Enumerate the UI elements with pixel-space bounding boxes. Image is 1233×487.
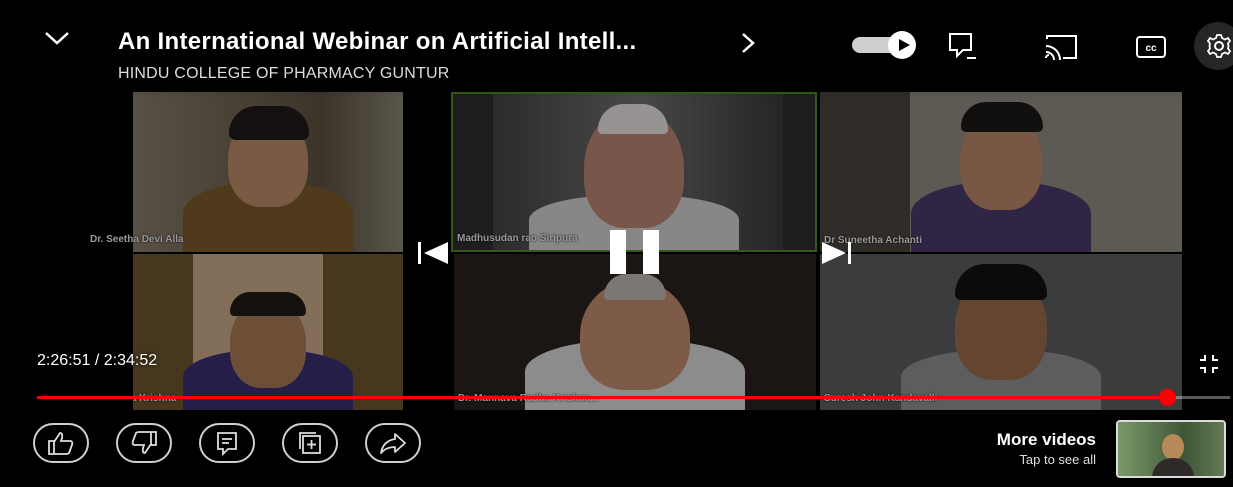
cast-icon[interactable] [1043, 33, 1079, 61]
pause-bar-left [610, 230, 626, 274]
dislike-icon [131, 431, 157, 454]
more-videos-thumbnail[interactable] [1116, 420, 1226, 478]
autoplay-toggle[interactable] [852, 31, 916, 59]
dislike-button[interactable] [116, 423, 172, 463]
chevron-right-icon[interactable] [740, 32, 756, 54]
save-to-playlist-icon [299, 432, 321, 454]
previous-video-icon[interactable] [416, 240, 452, 266]
save-button[interactable] [282, 423, 338, 463]
duration: 2:34:52 [103, 352, 158, 369]
pause-button[interactable] [608, 230, 664, 278]
like-button[interactable] [33, 423, 89, 463]
current-time: 2:26:51 [37, 352, 91, 369]
like-icon [48, 432, 74, 455]
playlist-icon[interactable] [947, 31, 977, 61]
seek-bar-played [37, 396, 1167, 399]
more-videos-subtitle[interactable]: Tap to see all [960, 452, 1096, 467]
comments-icon [217, 432, 237, 456]
video-title[interactable]: An International Webinar on Artificial I… [118, 28, 636, 56]
seek-bar[interactable] [37, 389, 1230, 406]
autoplay-play-icon [899, 39, 910, 51]
captions-icon[interactable]: cc [1135, 35, 1167, 59]
channel-name[interactable]: HINDU COLLEGE OF PHARMACY GUNTUR [118, 65, 449, 83]
thumbnail-person [1162, 434, 1184, 460]
pause-bar-right [643, 230, 659, 274]
time-display: 2:26:51 / 2:34:52 [37, 352, 157, 370]
more-videos-title[interactable]: More videos [960, 430, 1096, 450]
share-button[interactable] [365, 423, 421, 463]
svg-text:cc: cc [1145, 43, 1157, 54]
next-video-icon[interactable] [820, 240, 856, 266]
exit-fullscreen-icon[interactable] [1198, 353, 1220, 375]
comments-button[interactable] [199, 423, 255, 463]
settings-icon [1206, 34, 1232, 58]
share-icon [380, 433, 406, 454]
time-separator: / [94, 352, 100, 369]
seek-bar-scrubber[interactable] [1159, 389, 1176, 406]
collapse-chevron-icon[interactable] [44, 30, 70, 46]
